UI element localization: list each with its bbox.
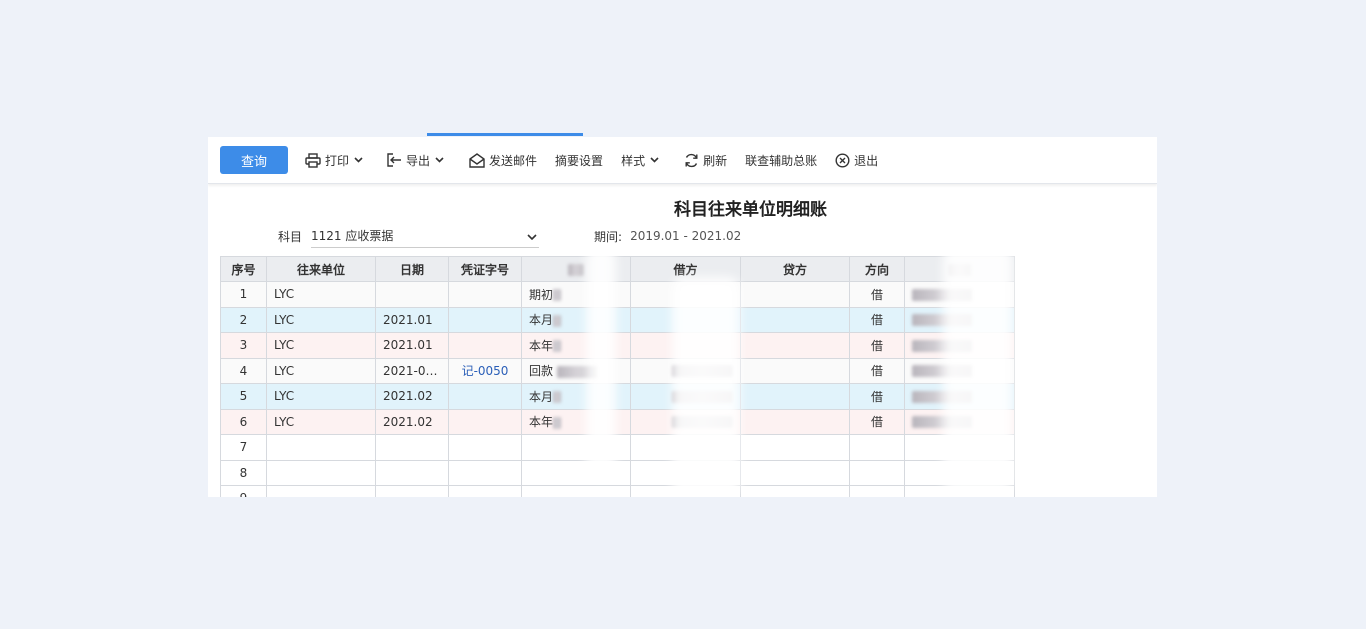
send-mail-label: 发送邮件 bbox=[489, 153, 538, 168]
ledger-table: 序号 往来单位 日期 凭证字号 借方 贷方 方向 1 LYC 期初 借 2 LY… bbox=[220, 256, 1015, 497]
table-row[interactable]: 2 LYC 2021.01 本月 借 bbox=[220, 306, 1015, 333]
filter-row: 科目 1121 应收票据 期间: 2019.01 - 2021.02 bbox=[278, 225, 742, 248]
summary-settings-label: 摘要设置 bbox=[555, 153, 604, 168]
col-header-unit[interactable]: 往来单位 bbox=[266, 256, 376, 282]
toolbar: 查询 打印 导出 发送邮件 摘要设置 样式 刷新 联查辅助总账 退出 bbox=[208, 137, 1157, 184]
table-row[interactable]: 8 bbox=[220, 459, 1015, 486]
table-row[interactable]: 4 LYC 2021-02... 记-0050 回款 借 bbox=[220, 357, 1015, 384]
period-label: 期间: bbox=[594, 229, 623, 244]
col-header-voucher[interactable]: 凭证字号 bbox=[448, 256, 522, 282]
table-row[interactable]: 7 bbox=[220, 434, 1015, 461]
send-mail-button[interactable]: 发送邮件 bbox=[469, 152, 537, 169]
query-button[interactable]: 查询 bbox=[220, 146, 288, 174]
chevron-down-icon bbox=[650, 157, 659, 163]
linked-aux-ledger-label: 联查辅助总账 bbox=[745, 153, 818, 168]
subject-select[interactable]: 1121 应收票据 bbox=[311, 225, 540, 248]
chevron-down-icon bbox=[435, 157, 444, 163]
table-row[interactable]: 5 LYC 2021.02 本月 借 bbox=[220, 383, 1015, 410]
report-panel: 查询 打印 导出 发送邮件 摘要设置 样式 刷新 联查辅助总账 退出 科目往来单… bbox=[208, 137, 1157, 497]
summary-settings-button[interactable]: 摘要设置 bbox=[555, 152, 603, 169]
table-header-row: 序号 往来单位 日期 凭证字号 借方 贷方 方向 bbox=[220, 256, 1015, 282]
refresh-icon bbox=[684, 153, 699, 168]
table-row[interactable]: 6 LYC 2021.02 本年 借 bbox=[220, 408, 1015, 435]
linked-aux-ledger-button[interactable]: 联查辅助总账 bbox=[745, 152, 817, 169]
chevron-down-icon bbox=[527, 229, 537, 243]
col-header-seq[interactable]: 序号 bbox=[220, 256, 267, 282]
active-tab-indicator bbox=[427, 133, 583, 136]
style-label: 样式 bbox=[621, 153, 646, 168]
redaction-overlay bbox=[943, 247, 1013, 492]
print-button[interactable]: 打印 bbox=[305, 152, 363, 169]
voucher-link[interactable]: 记-0050 bbox=[448, 357, 522, 384]
exit-button[interactable]: 退出 bbox=[835, 152, 878, 169]
close-circle-icon bbox=[835, 152, 850, 168]
col-header-direction[interactable]: 方向 bbox=[849, 256, 905, 282]
table-row[interactable]: 3 LYC 2021.01 本年 借 bbox=[220, 332, 1015, 359]
table-row[interactable]: 9 bbox=[220, 485, 1015, 497]
period-value: 2019.01 - 2021.02 bbox=[630, 229, 742, 243]
subject-value: 1121 应收票据 bbox=[311, 229, 394, 243]
redaction-overlay bbox=[672, 277, 740, 497]
col-header-credit[interactable]: 贷方 bbox=[740, 256, 850, 282]
refresh-label: 刷新 bbox=[703, 153, 728, 168]
exit-label: 退出 bbox=[854, 153, 879, 168]
mail-icon bbox=[469, 152, 485, 168]
table-row[interactable]: 1 LYC 期初 借 bbox=[220, 281, 1015, 308]
export-button[interactable]: 导出 bbox=[387, 152, 444, 169]
print-label: 打印 bbox=[325, 153, 350, 168]
style-button[interactable]: 样式 bbox=[621, 152, 659, 169]
redaction-overlay bbox=[586, 247, 616, 477]
refresh-button[interactable]: 刷新 bbox=[684, 152, 727, 169]
export-icon bbox=[387, 153, 402, 167]
export-label: 导出 bbox=[406, 153, 431, 168]
printer-icon bbox=[305, 152, 321, 168]
col-header-date[interactable]: 日期 bbox=[375, 256, 449, 282]
chevron-down-icon bbox=[354, 157, 363, 163]
subject-label: 科目 bbox=[278, 229, 303, 244]
report-title: 科目往来单位明细账 bbox=[674, 200, 827, 220]
